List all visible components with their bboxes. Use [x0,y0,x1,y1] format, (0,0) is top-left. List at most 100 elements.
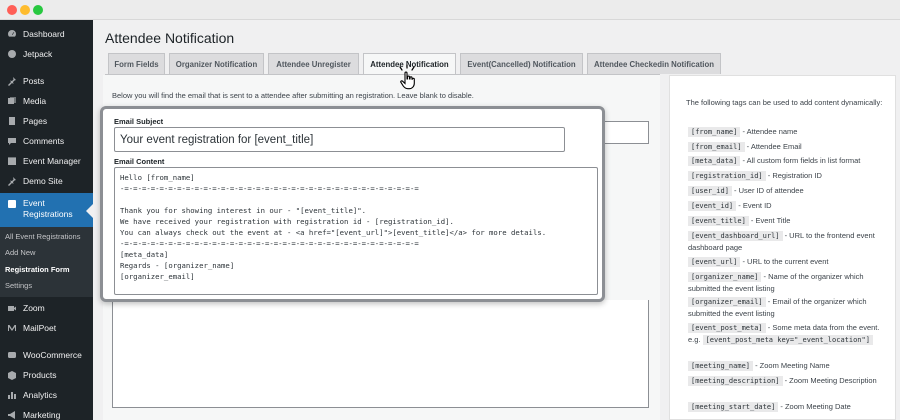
tag-code: [from_name] [688,127,741,137]
tag-item: [event_post_meta] - Some meta data from … [688,322,888,346]
tag-code: [from_email] [688,142,745,152]
sidebar-item-label: MailPoet [23,323,57,333]
sidebar-item-label: WooCommerce [23,350,82,360]
sidebar-item-marketing[interactable]: Marketing [0,407,93,420]
tag-description: - Event Title [748,216,791,225]
pin-icon [4,176,20,186]
tag-item: [event_title] - Event Title [688,215,888,227]
tags-intro: The following tags can be used to add co… [686,98,883,107]
sidebar-item-event-manager[interactable]: Event Manager [0,153,93,169]
tag-item: [meeting_description] - Zoom Meeting Des… [688,375,888,387]
sidebar-item-demo-site[interactable]: Demo Site [0,173,93,189]
sidebar-item-label: Posts [23,76,45,86]
content-line: [meta_data] [120,250,169,259]
sidebar-item-analytics[interactable]: Analytics [0,387,93,403]
tag-code: [event_post_meta key="_event_location"] [702,335,873,345]
sidebar-item-label: Event Manager [23,156,81,166]
tag-code: [event_id] [688,201,737,211]
sidebar-item-label: Event [23,198,45,208]
mailpoet-icon [4,323,20,333]
tag-description: - Zoom Meeting Description [782,376,877,385]
sidebar-item-label: Jetpack [23,49,53,59]
zoomed-form-card: Email Subject Your event registration fo… [100,106,605,302]
sidebar-item-jetpack[interactable]: Jetpack [0,46,93,62]
content-line: -=-=-=-=-=-=-=-=-=-=-=-=-=-=-=-=-=-=-=-=… [120,239,419,248]
tag-description: - Event ID [736,201,772,210]
sidebar-item-posts[interactable]: Posts [0,73,93,89]
tag-code: [event_url] [688,257,741,267]
tag-code: [user_id] [688,186,732,196]
submenu-add-new[interactable]: Add New [5,248,35,257]
tag-item: [meeting_start_date] - Zoom Meeting Date [688,401,888,413]
tag-code: [event_dashboard_url] [688,231,783,241]
page-title: Attendee Notification [105,30,235,46]
tag-item: [organizer_email] - Email of the organiz… [688,296,888,320]
content-line: Hello [from_name] [120,173,195,182]
analytics-icon [4,390,20,400]
tag-item: [meta_data] - All custom form fields in … [688,155,888,167]
sidebar-item-label: Marketing [23,410,61,420]
tag-code: [meeting_description] [688,376,783,386]
submenu-registration-form[interactable]: Registration Form [5,265,70,274]
content-line: Thank you for showing interest in our - … [120,206,367,215]
marketing-icon [4,410,20,420]
tabs-divider [105,74,660,75]
sidebar-item-dashboard[interactable]: Dashboard [0,26,93,42]
tag-code: [organizer_name] [688,272,762,282]
tag-item: [event_url] - URL to the current event [688,256,888,268]
tag-item: [registration_id] - Registration ID [688,170,888,182]
active-menu-indicator [86,204,93,218]
products-icon [4,370,20,380]
window-close-button[interactable] [7,5,17,15]
pages-icon [4,116,20,126]
tag-description: - Zoom Meeting Date [778,402,851,411]
tag-code: [meta_data] [688,156,741,166]
sidebar-item-label: Demo Site [23,176,63,186]
content-line: We have received your registration with … [120,217,454,226]
tab-organizer-notification[interactable]: Organizer Notification [169,53,264,74]
calendar-icon [4,156,20,166]
sidebar-item-pages[interactable]: Pages [0,113,93,129]
tag-description: - Registration ID [765,171,822,180]
tab-attendee-checkedin-notification[interactable]: Attendee Checkedin Notification [587,53,721,74]
sidebar-item-label: Comments [23,136,65,146]
sidebar-item-label: Analytics [23,390,58,400]
content-line: You can always check out the event at - … [120,228,547,237]
tab-form-fields[interactable]: Form Fields [108,53,165,74]
tab-event-cancelled-notification[interactable]: Event(Cancelled) Notification [460,53,583,74]
sidebar-item-media[interactable]: Media [0,93,93,109]
tag-description: - All custom form fields in list format [740,156,861,165]
window-minimize-button[interactable] [20,5,30,15]
content-line: Regards - [organizer_name] [120,261,235,270]
dashboard-icon [4,29,20,39]
admin-sidebar: Dashboard Jetpack Posts Media Pages Comm… [0,20,93,420]
submenu-settings[interactable]: Settings [5,281,32,290]
sidebar-item-event-registrations[interactable]: Event Registrations [0,193,93,227]
email-content-textarea-background [112,300,649,408]
submenu-all-event-registrations[interactable]: All Event Registrations [5,232,80,241]
tag-item: [organizer_name] - Name of the organizer… [688,271,888,295]
tag-item: [event_id] - Event ID [688,200,888,212]
sidebar-item-comments[interactable]: Comments [0,133,93,149]
tag-code: [registration_id] [688,171,766,181]
sidebar-item-label: Zoom [23,303,45,313]
comments-icon [4,136,20,146]
content-line: -=-=-=-=-=-=-=-=-=-=-=-=-=-=-=-=-=-=-=-=… [120,184,419,193]
tag-description: - URL to the current event [740,257,829,266]
tab-attendee-unregister[interactable]: Attendee Unregister [268,53,359,74]
sidebar-item-products[interactable]: Products [0,367,93,383]
sidebar-item-mailpoet[interactable]: MailPoet [0,320,93,336]
tag-code: [meeting_name] [688,361,754,371]
tag-item: [meeting_name] - Zoom Meeting Name [688,360,888,372]
window-maximize-button[interactable] [33,5,43,15]
sidebar-item-label: Media [23,96,47,106]
tag-item: [from_email] - Attendee Email [688,141,888,153]
sidebar-item-woocommerce[interactable]: WooCommerce [0,347,93,363]
hand-cursor-icon [399,64,415,90]
sidebar-item-zoom[interactable]: Zoom [0,300,93,316]
email-subject-label: Email Subject [114,117,164,126]
tag-description: - User ID of attendee [731,186,804,195]
email-subject-input[interactable]: Your event registration for [event_title… [114,127,565,152]
sidebar-item-label-line2: Registrations [23,209,73,219]
email-content-textarea[interactable]: Hello [from_name] -=-=-=-=-=-=-=-=-=-=-=… [114,167,598,295]
